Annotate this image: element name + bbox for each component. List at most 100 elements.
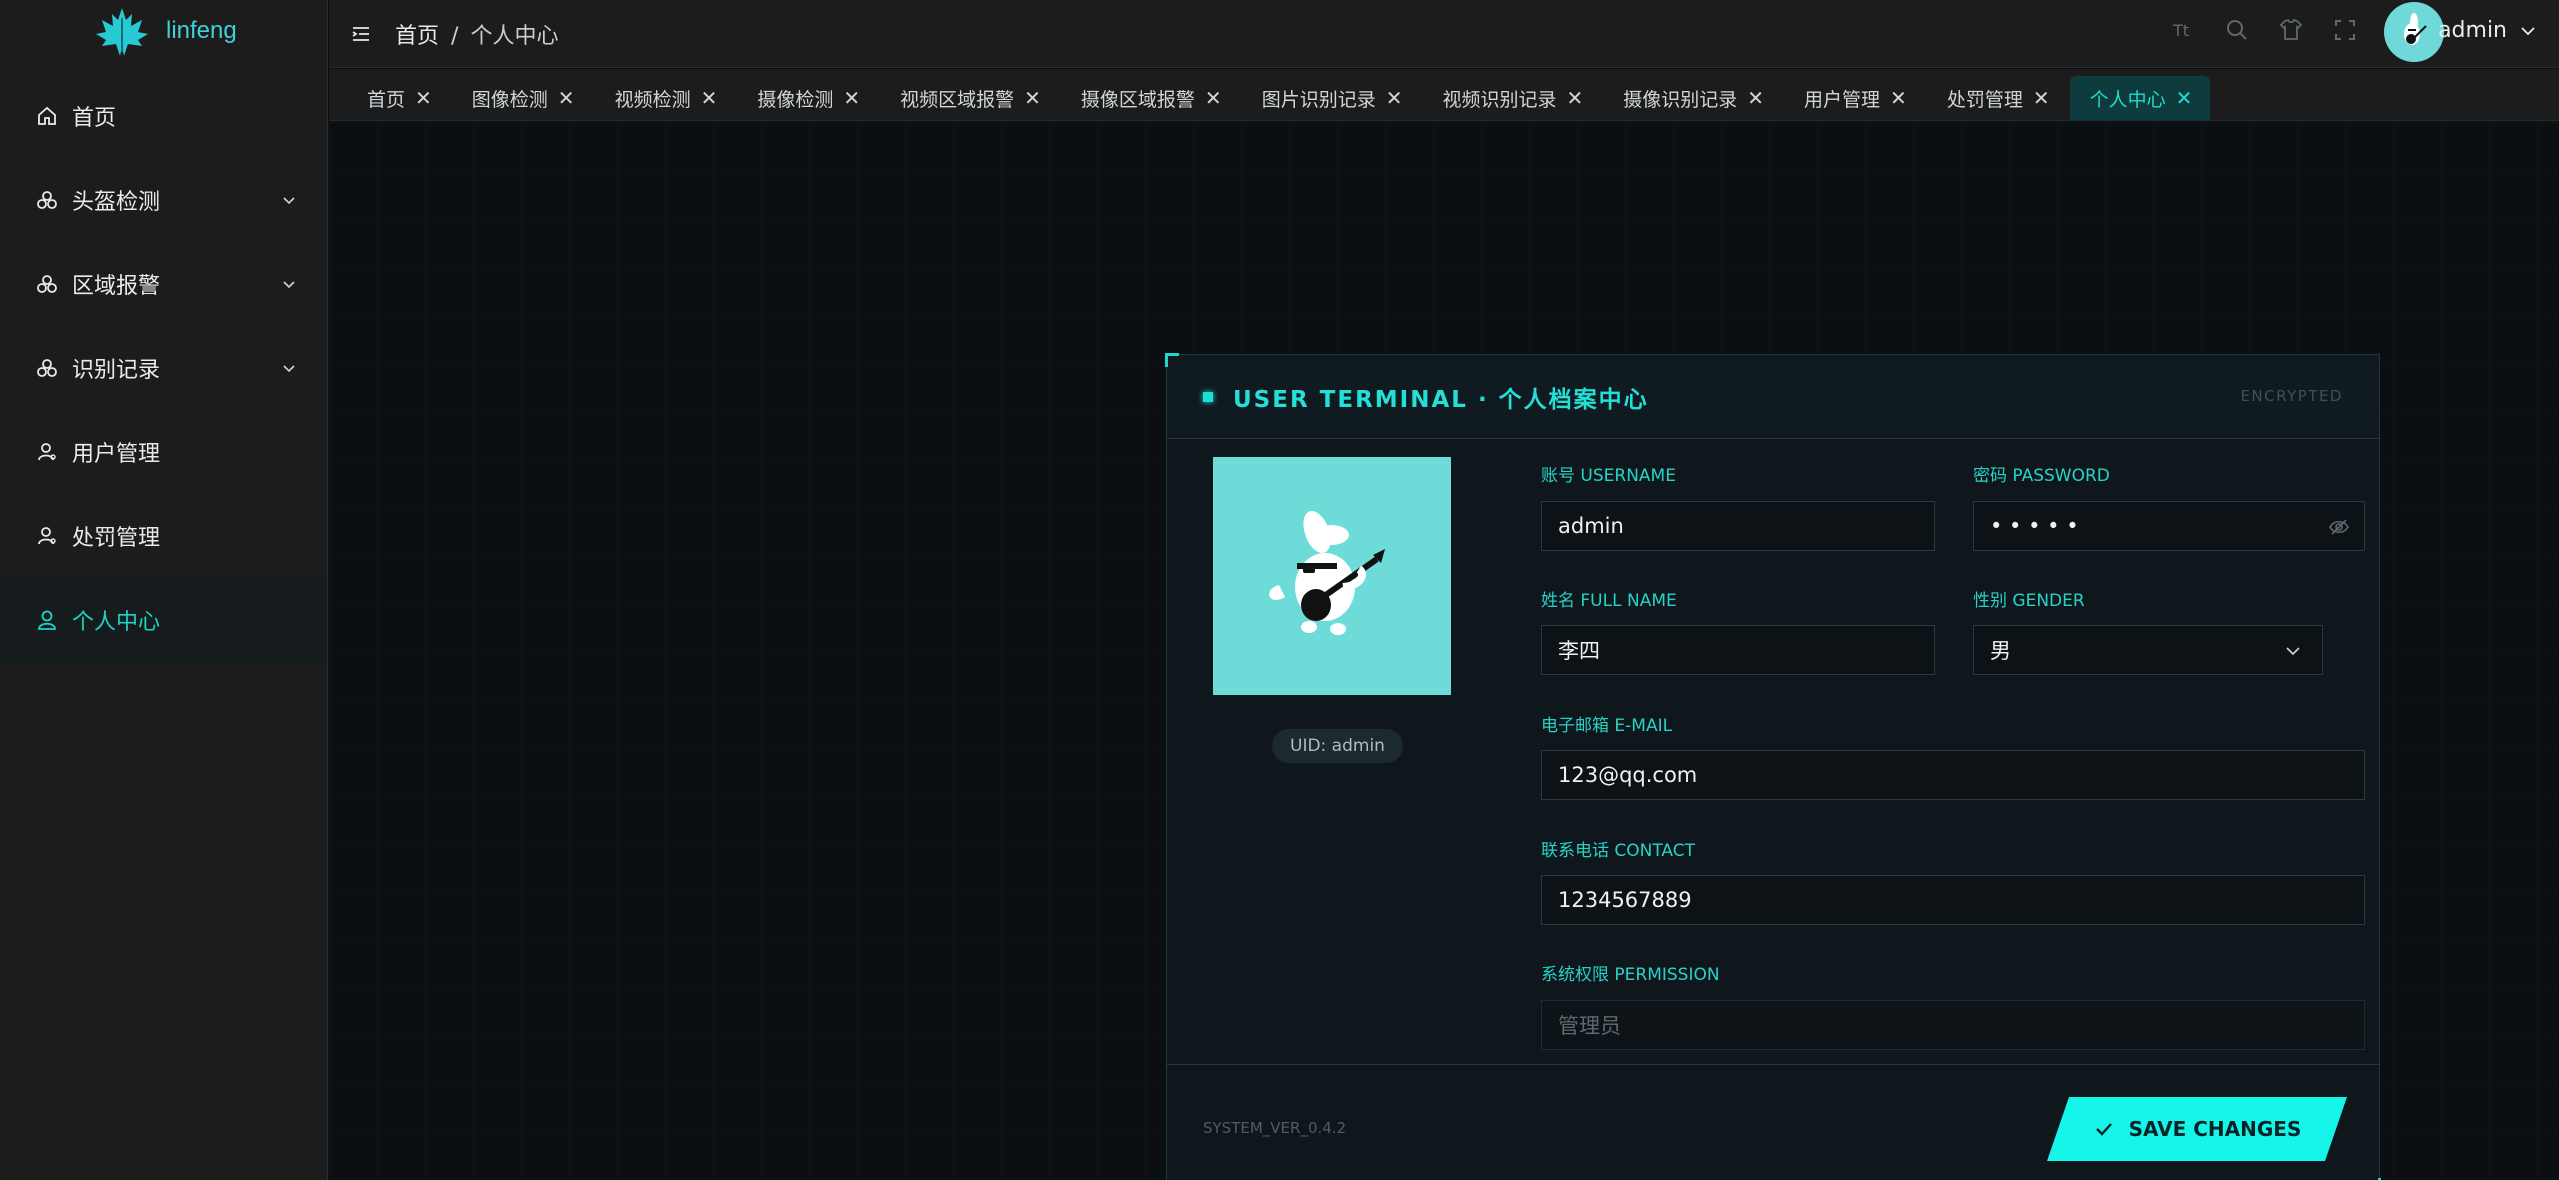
card-header: USER TERMINAL · 个人档案中心 ENCRYPTED: [1167, 355, 2379, 439]
close-icon[interactable]: ✕: [1024, 88, 1041, 108]
gender-select[interactable]: 男: [1973, 625, 2323, 675]
check-icon: [2093, 1118, 2115, 1140]
sidebar-item-label: 区域报警: [72, 274, 161, 299]
password-label: 密码 PASSWORD: [1973, 466, 2110, 486]
header-tools: Tt: [2169, 16, 2359, 44]
fullscreen-icon[interactable]: [2331, 16, 2359, 44]
chevron-down-icon: [2286, 647, 2300, 656]
tab-image-records[interactable]: 图片识别记录 ✕: [1242, 76, 1421, 120]
sidebar-item-helmet-detection[interactable]: 头盔检测: [0, 158, 327, 242]
svg-text:Tt: Tt: [2172, 21, 2189, 40]
close-icon[interactable]: ✕: [701, 88, 718, 108]
permission-label: 系统权限 PERMISSION: [1541, 965, 1720, 985]
tab-penalty-management[interactable]: 处罚管理 ✕: [1927, 76, 2068, 120]
tab-camera-records[interactable]: 摄像识别记录 ✕: [1603, 76, 1782, 120]
profile-avatar[interactable]: [1213, 457, 1451, 695]
username-label: 账号 USERNAME: [1541, 466, 1676, 486]
user-icon: [38, 527, 56, 545]
cluster-icon: [37, 359, 57, 377]
fullname-field[interactable]: 李四: [1541, 625, 1935, 675]
permission-field: 管理员: [1541, 1000, 2365, 1050]
sidebar-item-label: 处罚管理: [72, 526, 161, 551]
chevron-down-icon: [283, 197, 295, 205]
sidebar-item-personal-center[interactable]: 个人中心: [0, 578, 327, 662]
sidebar-item-label: 首页: [72, 106, 117, 131]
tab-label: 个人中心: [2089, 88, 2166, 111]
tab-user-management[interactable]: 用户管理 ✕: [1784, 76, 1925, 120]
close-icon[interactable]: ✕: [1566, 88, 1583, 108]
close-icon[interactable]: ✕: [558, 88, 575, 108]
encrypted-tag: ENCRYPTED: [2240, 387, 2343, 405]
tab-label: 处罚管理: [1946, 88, 2023, 111]
chevron-down-icon: [283, 281, 295, 289]
top-header: 首页 / 个人中心 Tt admin: [329, 0, 2559, 68]
tab-camera-area-alarm[interactable]: 摄像区域报警 ✕: [1061, 76, 1240, 120]
search-icon[interactable]: [2223, 16, 2251, 44]
breadcrumb-separator: /: [451, 23, 459, 49]
tab-label: 摄像区域报警: [1080, 88, 1195, 111]
font-size-icon[interactable]: Tt: [2169, 16, 2197, 44]
email-field[interactable]: 123@qq.com: [1541, 750, 2365, 800]
close-icon[interactable]: ✕: [2176, 88, 2193, 108]
tab-video-records[interactable]: 视频识别记录 ✕: [1422, 76, 1601, 120]
chevron-down-icon: [283, 365, 295, 373]
gender-label: 性别 GENDER: [1973, 591, 2085, 611]
contact-label: 联系电话 CONTACT: [1541, 841, 1696, 861]
email-label: 电子邮箱 E-MAIL: [1541, 716, 1673, 736]
breadcrumb-current: 个人中心: [470, 23, 559, 49]
close-icon[interactable]: ✕: [1747, 88, 1764, 108]
home-icon: [38, 106, 56, 125]
close-icon[interactable]: ✕: [1386, 88, 1403, 108]
sidebar-item-area-alarm[interactable]: 区域报警: [0, 242, 327, 326]
tab-video-area-alarm[interactable]: 视频区域报警 ✕: [880, 76, 1059, 120]
fullname-label: 姓名 FULL NAME: [1541, 591, 1677, 611]
close-icon[interactable]: ✕: [2033, 88, 2050, 108]
rabbit-guitar-avatar-icon: [1269, 510, 1385, 635]
sidebar-item-user-management[interactable]: 用户管理: [0, 410, 327, 494]
person-icon: [38, 610, 56, 630]
tab-label: 摄像检测: [757, 88, 834, 111]
tab-video-detection[interactable]: 视频检测 ✕: [595, 76, 736, 120]
cluster-icon: [37, 275, 57, 293]
password-field[interactable]: • • • • •: [1973, 501, 2365, 551]
tab-camera-detection[interactable]: 摄像检测 ✕: [737, 76, 878, 120]
system-version: SYSTEM_VER_0.4.2: [1203, 1119, 1347, 1137]
theme-shirt-icon[interactable]: [2277, 16, 2305, 44]
sidebar-item-label: 用户管理: [72, 442, 161, 467]
user-name[interactable]: admin: [2438, 18, 2507, 43]
sidebar: linfeng 首页 头盔检测 区域报警 识别记录 用户管理 处罚管理 个人中心: [0, 0, 328, 1180]
sidebar-menu: 首页 头盔检测 区域报警 识别记录 用户管理 处罚管理 个人中心: [0, 74, 327, 662]
rabbit-guitar-avatar-icon: [2404, 13, 2427, 45]
avatar[interactable]: [2384, 2, 2444, 62]
breadcrumb-home[interactable]: 首页: [395, 24, 439, 49]
logo[interactable]: linfeng: [0, 0, 327, 62]
close-icon[interactable]: ✕: [843, 88, 860, 108]
footer-divider: [1167, 1064, 2379, 1065]
sidebar-item-label: 头盔检测: [72, 190, 161, 215]
close-icon[interactable]: ✕: [415, 88, 432, 108]
tab-image-detection[interactable]: 图像检测 ✕: [452, 76, 593, 120]
password-mask: • • • • •: [1990, 514, 2079, 538]
sidebar-item-penalty-management[interactable]: 处罚管理: [0, 494, 327, 578]
close-icon[interactable]: ✕: [1890, 88, 1907, 108]
save-button-label: SAVE CHANGES: [2128, 1117, 2302, 1141]
tab-label: 视频检测: [614, 88, 691, 111]
username-field[interactable]: admin: [1541, 501, 1935, 551]
tab-label: 视频区域报警: [900, 88, 1015, 111]
tab-personal-center[interactable]: 个人中心 ✕: [2069, 76, 2211, 120]
tabs-bar: 首页 ✕ 图像检测 ✕ 视频检测 ✕ 摄像检测 ✕ 视频区域报警 ✕ 摄像区域报警 ✕ 图片…: [329, 69, 2559, 121]
cluster-icon: [37, 191, 57, 209]
close-icon[interactable]: ✕: [1205, 88, 1222, 108]
maple-leaf-logo-icon: [96, 8, 148, 56]
profile-card: USER TERMINAL · 个人档案中心 ENCRYPTED UID: ad…: [1165, 353, 2381, 1180]
chevron-down-icon[interactable]: [2519, 22, 2537, 40]
tab-home[interactable]: 首页 ✕: [347, 76, 450, 120]
save-changes-button[interactable]: SAVE CHANGES: [2047, 1097, 2347, 1161]
menu-fold-icon[interactable]: [349, 22, 373, 46]
contact-field[interactable]: 1234567889: [1541, 875, 2365, 925]
tab-label: 首页: [367, 88, 406, 111]
eye-hidden-icon[interactable]: [2328, 517, 2350, 537]
sidebar-item-recognition-records[interactable]: 识别记录: [0, 326, 327, 410]
tab-label: 图片识别记录: [1261, 88, 1376, 111]
sidebar-item-home[interactable]: 首页: [0, 74, 327, 158]
